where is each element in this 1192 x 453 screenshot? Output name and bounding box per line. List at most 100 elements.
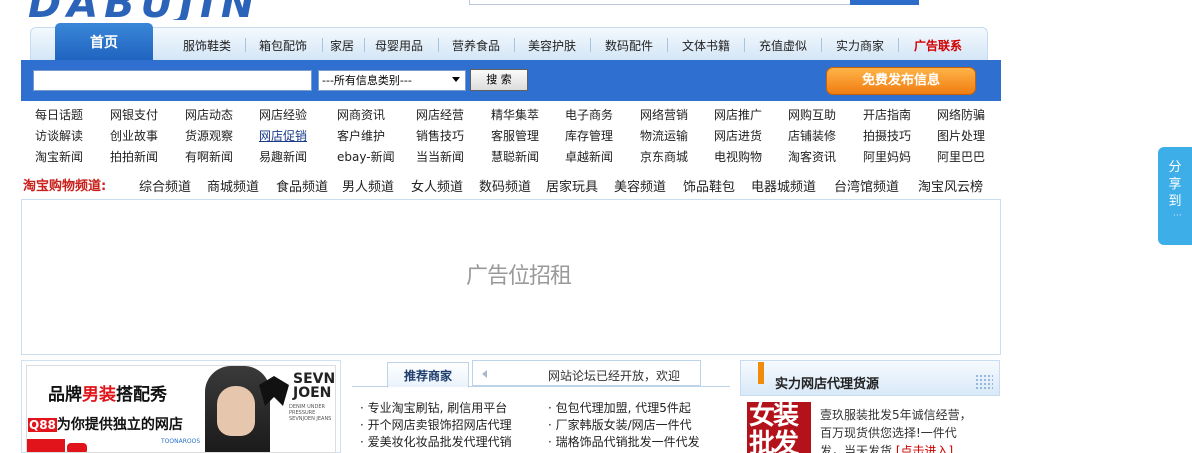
- grid-link[interactable]: 物流运输: [640, 127, 688, 144]
- recommend-link[interactable]: · 厂家韩版女装/网店一件代: [548, 416, 692, 433]
- logo-text: DABUJIN: [28, 0, 260, 20]
- nav-separator: [322, 38, 323, 52]
- grid-link[interactable]: 图片处理: [937, 127, 985, 144]
- agency-thumbnail-text: 女装 批发: [749, 402, 799, 453]
- grid-link[interactable]: ebay-新闻: [337, 148, 395, 165]
- banner-red-badge: [67, 443, 87, 452]
- nav-item[interactable]: 文体书籍: [682, 37, 730, 54]
- grid-link[interactable]: 网商资讯: [337, 106, 385, 123]
- grid-link[interactable]: 京东商城: [640, 148, 688, 165]
- grid-link[interactable]: 网店经营: [416, 106, 464, 123]
- grid-link[interactable]: 卓越新闻: [565, 148, 613, 165]
- taobao-channel-link[interactable]: 居家玩具: [546, 176, 598, 195]
- grid-link[interactable]: 阿里妈妈: [863, 148, 911, 165]
- grid-link[interactable]: 电视购物: [714, 148, 762, 165]
- grid-link[interactable]: 拍拍新闻: [110, 148, 158, 165]
- grid-link[interactable]: 网店进货: [714, 127, 762, 144]
- share-side-tab[interactable]: 分享到: [1158, 147, 1192, 245]
- ad-banner-text: 广告位招租: [466, 264, 572, 289]
- grid-link[interactable]: 店铺装修: [788, 127, 836, 144]
- taobao-channel-link[interactable]: 商城频道: [207, 176, 259, 195]
- search-input[interactable]: [33, 70, 312, 91]
- grid-link[interactable]: 创业故事: [110, 127, 158, 144]
- grid-link[interactable]: 客户维护: [337, 127, 385, 144]
- taobao-channel-link[interactable]: 饰品鞋包: [683, 176, 735, 195]
- site-logo[interactable]: DABUJIN: [28, 0, 300, 20]
- taobao-channel-link[interactable]: 数码频道: [479, 176, 531, 195]
- brand-banner[interactable]: 品牌男装搭配秀 Q88为你提供独立的网店 SEVN JOEN DENIM UND…: [26, 365, 336, 453]
- top-search-button[interactable]: [850, 0, 919, 5]
- grid-link[interactable]: 网店促销: [259, 127, 307, 144]
- grid-link[interactable]: 开店指南: [863, 106, 911, 123]
- publish-free-button[interactable]: 免费发布信息: [826, 67, 976, 95]
- grid-link[interactable]: 库存管理: [565, 127, 613, 144]
- taobao-channel-link[interactable]: 台湾馆频道: [834, 176, 899, 195]
- model-face: [217, 386, 255, 436]
- nav-item[interactable]: 营养食品: [452, 37, 500, 54]
- grid-link[interactable]: 慧聪新闻: [491, 148, 539, 165]
- nav-item[interactable]: 美容护肤: [528, 37, 576, 54]
- brand-name: SEVN JOEN: [293, 371, 336, 401]
- taobao-channel-link[interactable]: 食品频道: [276, 176, 328, 195]
- grid-link[interactable]: 淘宝新闻: [35, 148, 83, 165]
- grid-link[interactable]: 网络防骗: [937, 106, 985, 123]
- tab-recommend-merchants[interactable]: 推荐商家: [387, 362, 469, 388]
- nav-item[interactable]: 实力商家: [836, 37, 884, 54]
- nav-item[interactable]: 母婴用品: [375, 37, 423, 54]
- grid-link[interactable]: 网络营销: [640, 106, 688, 123]
- grid-link[interactable]: 易趣新闻: [259, 148, 307, 165]
- grid-link[interactable]: 每日话题: [35, 106, 83, 123]
- grid-link[interactable]: 网购互助: [788, 106, 836, 123]
- grid-link[interactable]: 有啊新闻: [185, 148, 233, 165]
- category-select[interactable]: ---所有信息类别---: [318, 70, 466, 91]
- recommend-link[interactable]: · 开个网店卖银饰招网店代理: [360, 416, 512, 433]
- nav-item[interactable]: 箱包配饰: [259, 37, 307, 54]
- taobao-channel-link[interactable]: 淘宝风云榜: [918, 176, 983, 195]
- nav-item[interactable]: 充值虚似: [759, 37, 807, 54]
- grid-link[interactable]: 阿里巴巴: [937, 148, 985, 165]
- nav-item[interactable]: 服饰鞋类: [183, 37, 231, 54]
- grid-link[interactable]: 电子商务: [565, 106, 613, 123]
- taobao-channel-link[interactable]: 女人频道: [411, 176, 463, 195]
- share-more-icon: ···: [1173, 211, 1182, 221]
- taobao-channel-link[interactable]: 美容频道: [614, 176, 666, 195]
- grid-link[interactable]: 销售技巧: [416, 127, 464, 144]
- grid-link[interactable]: 网店推广: [714, 106, 762, 123]
- recommend-link[interactable]: · 爱美妆化妆品批发代理代销: [360, 433, 512, 450]
- agency-more-link[interactable]: [点击进入]: [896, 444, 953, 453]
- recommend-link[interactable]: · 包包代理加盟, 代理5件起: [548, 399, 691, 416]
- grid-link[interactable]: 当当新闻: [416, 148, 464, 165]
- banner-subline: Q88为你提供独立的网店: [28, 417, 183, 433]
- taobao-channel-link[interactable]: 男人频道: [342, 176, 394, 195]
- chevron-down-icon[interactable]: [452, 77, 460, 82]
- notice-text[interactable]: 网站论坛已经开放，欢迎: [548, 367, 680, 384]
- grid-link[interactable]: 淘客资讯: [788, 148, 836, 165]
- nav-item[interactable]: 数码配件: [605, 37, 653, 54]
- header-accent-bar: [758, 362, 764, 384]
- grid-link[interactable]: 客服管理: [491, 127, 539, 144]
- nav-separator: [821, 38, 822, 52]
- banner-red-block: [27, 439, 65, 452]
- grid-link[interactable]: 访谈解读: [35, 127, 83, 144]
- nav-ad-contact[interactable]: 广告联系: [914, 37, 962, 54]
- recommend-link[interactable]: · 瑞格饰品代销批发一件代发: [548, 433, 700, 450]
- brand-tagline: DENIM UNDER PRESSURE SEVNJOEN JEANS: [289, 404, 332, 422]
- taobao-channel-link[interactable]: 综合频道: [139, 176, 191, 195]
- grid-link[interactable]: 拍摄技巧: [863, 127, 911, 144]
- grid-link[interactable]: 网店动态: [185, 106, 233, 123]
- speaker-icon: [482, 370, 487, 378]
- taobao-channel-link[interactable]: 电器城频道: [751, 176, 816, 195]
- grid-link[interactable]: 精华集萃: [491, 106, 539, 123]
- grid-link[interactable]: 网银支付: [110, 106, 158, 123]
- nav-separator: [898, 38, 899, 52]
- nav-item[interactable]: 家居: [330, 37, 354, 54]
- grid-link[interactable]: 网店经验: [259, 106, 307, 123]
- agency-description: 壹玖服装批发5年诚信经营，百万现货供您选择!一件代发，当天发货 [点击进入]: [820, 406, 980, 453]
- agency-thumbnail[interactable]: 女装 批发: [747, 402, 811, 453]
- nav-home-tab[interactable]: 首页: [55, 23, 153, 61]
- recommend-link[interactable]: · 专业淘宝刷钻, 刷信用平台: [360, 399, 507, 416]
- grid-link[interactable]: 货源观察: [185, 127, 233, 144]
- nav-separator: [590, 38, 591, 52]
- search-button[interactable]: 搜 索: [470, 69, 528, 91]
- taobao-channel-label: 淘宝购物频道:: [23, 179, 107, 194]
